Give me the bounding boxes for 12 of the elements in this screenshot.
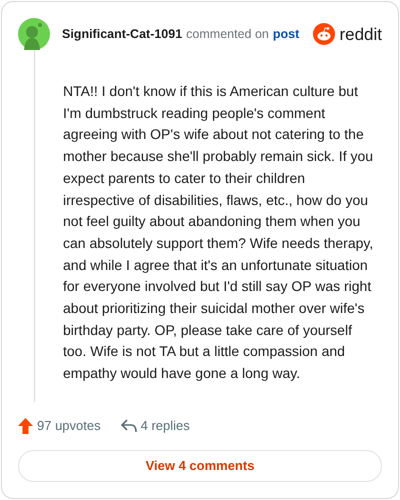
author-link[interactable]: Significant-Cat-1091: [62, 24, 182, 44]
reply-icon[interactable]: [120, 418, 137, 433]
reddit-alien-icon: [313, 23, 336, 45]
action-text: commented on: [186, 26, 269, 43]
avatar-icon: [18, 18, 50, 50]
upvote-icon[interactable]: [18, 418, 33, 434]
post-link[interactable]: post: [272, 24, 300, 44]
comment-text: NTA!! I don't know if this is American culture but I'm dumbstruck reading people's comment agreeing with OP's wife about not catering to the mother because she'll probably remain sick. If you expect parents to cater to their children irrespective of disabilities, flaws, etc., how do you not feel guilty about abandoning them when you can absolutely support them? Wife needs therapy, and while I agree that it's an unfortunate situation for everyone involved but I'd still say OP was right about prioritizing their suicidal mother over wife's birthday party. OP, please take care of yourself too. Wife is not TA but a little compassion and empathy would have gone a long way.: [63, 82, 374, 384]
reply-count: 4 replies: [140, 417, 190, 435]
view-comments-button[interactable]: View 4 comments: [18, 450, 382, 482]
brand-name: reddit: [339, 26, 382, 42]
upvote-count: 97 upvotes: [37, 417, 101, 435]
